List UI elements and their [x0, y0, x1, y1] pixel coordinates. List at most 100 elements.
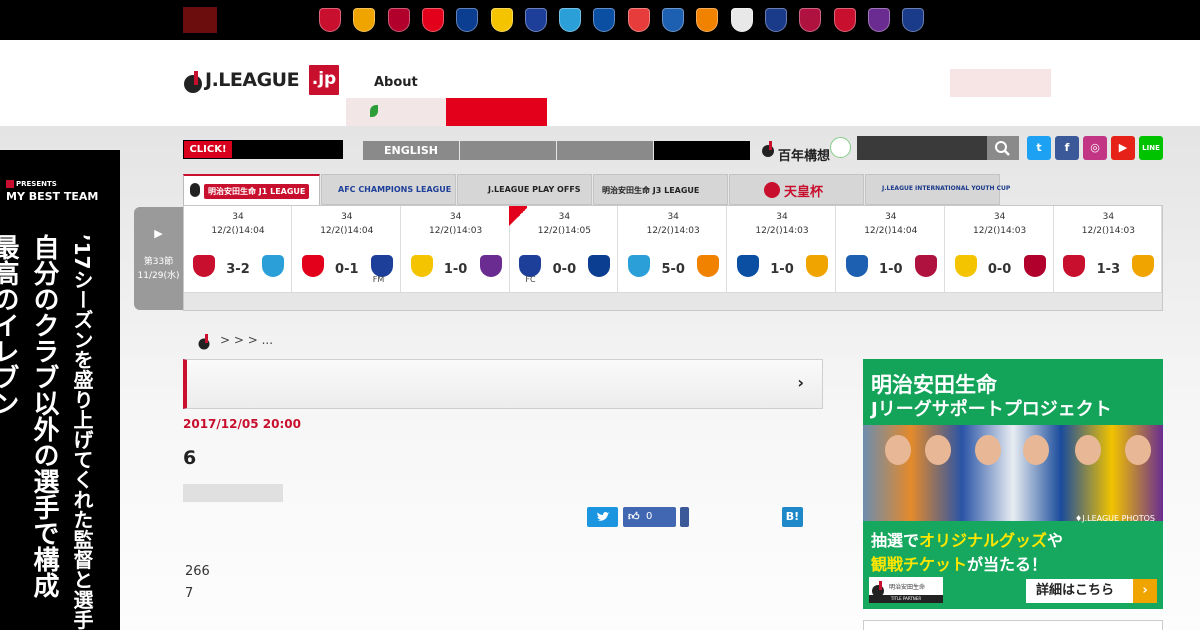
language-button-3[interactable] — [253, 7, 287, 33]
tab-acl[interactable]: AFC CHAMPIONS LEAGUE — [321, 174, 456, 205]
nav-segment-2[interactable] — [557, 141, 653, 160]
tab-youth-cup-label: J.LEAGUE INTERNATIONAL YOUTH CUP — [882, 185, 1011, 192]
chevron-right-icon: › — [797, 373, 804, 392]
match-card[interactable]: 34 12/2()14:03 1-0 — [402, 206, 510, 292]
language-button-2[interactable] — [218, 7, 252, 33]
club-crest-icon[interactable] — [593, 8, 616, 32]
thumbs-up-icon: 👍︎ — [628, 510, 640, 523]
ad-details-button[interactable]: 詳細はこちら › — [1026, 579, 1157, 603]
nav-segment-1[interactable] — [460, 141, 556, 160]
club-crest-icon[interactable] — [627, 8, 650, 32]
ad-line2: Jリーグサポートプロジェクト — [871, 399, 1112, 420]
player-face — [885, 435, 911, 465]
players-photo — [863, 425, 1163, 521]
away-team-crest-icon — [262, 255, 284, 277]
match-card[interactable]: 34 12/2()14:03 0-0 — [946, 206, 1054, 292]
match-section: 34 — [341, 212, 353, 222]
tab-emperors-cup-label: 天皇杯 — [784, 185, 824, 200]
jleague-badge-icon — [6, 180, 14, 188]
youtube-icon[interactable]: ▶ — [1111, 136, 1135, 160]
search-input[interactable] — [857, 136, 987, 160]
language-button-1[interactable] — [183, 7, 217, 33]
login-button[interactable] — [950, 69, 1051, 97]
club-crest-icon[interactable] — [456, 8, 479, 32]
home-team-crest-icon — [845, 255, 868, 277]
club-crest-icon[interactable] — [353, 8, 376, 32]
article-tag[interactable] — [183, 484, 283, 502]
home-team-crest-icon — [737, 255, 759, 277]
click-banner-button[interactable]: CLICK! — [183, 140, 343, 159]
tab-youth-cup[interactable]: J.LEAGUE INTERNATIONAL YOUTH CUP — [865, 174, 1010, 205]
match-card[interactable]: 34 12/2()14:03 1-0 — [728, 206, 836, 292]
club-crest-icon[interactable] — [833, 8, 856, 32]
about-link[interactable]: About — [374, 75, 418, 90]
sub-nav-item[interactable] — [346, 98, 446, 126]
j-mark-icon — [762, 141, 774, 157]
match-card[interactable]: 34 12/2()14:04 0-1 FM — [293, 206, 401, 292]
club-crest-icon[interactable] — [867, 8, 890, 32]
tab-playoffs-label: J.LEAGUE PLAY OFFS — [488, 185, 581, 194]
twitter-share-button[interactable] — [587, 507, 618, 527]
facebook-like-button[interactable]: 👍︎ 0 — [623, 507, 676, 527]
logo-jp-box: .jp — [309, 65, 339, 95]
search-button[interactable] — [987, 136, 1019, 160]
club-crest-icon[interactable] — [902, 8, 925, 32]
match-card[interactable]: 34 12/2()14:04 1-0 — [837, 206, 945, 292]
sponsor-name: 明治安田生命 — [889, 584, 926, 591]
hatena-bookmark-button[interactable]: B! — [782, 507, 803, 527]
club-crest-icon[interactable] — [730, 8, 753, 32]
match-list-footer — [184, 292, 1162, 310]
title-partner-label: TITLE PARTNER — [869, 595, 943, 603]
club-crest-icon[interactable] — [696, 8, 719, 32]
match-score: 0-1 — [335, 262, 359, 277]
twitter-icon[interactable]: t — [1027, 136, 1051, 160]
nav-segment-3[interactable] — [654, 141, 750, 160]
article-category-box[interactable]: › — [183, 359, 823, 409]
article-body-line-1: 266 — [185, 564, 210, 579]
club-crest-icon[interactable] — [319, 8, 341, 32]
match-section: 34 — [885, 212, 897, 222]
j-mark-icon — [184, 71, 202, 93]
live-flag-icon — [509, 206, 527, 228]
tab-j3-league[interactable]: 明治安田生命 J3 LEAGUE — [593, 174, 728, 205]
tab-emperors-cup[interactable]: 天皇杯 — [729, 174, 864, 205]
away-team-crest-icon — [697, 255, 720, 277]
hyakunen-kousou-link[interactable]: 百年構想 — [760, 136, 852, 164]
arrow-right-icon: › — [1133, 579, 1157, 603]
facebook-share-button[interactable] — [680, 507, 689, 527]
jleague-logo[interactable]: J.LEAGUE .jp — [183, 65, 339, 97]
home-j-mark-icon[interactable] — [198, 333, 212, 350]
club-crest-icon[interactable] — [490, 8, 513, 32]
play-arrow-icon: ▶ — [154, 227, 163, 240]
match-card[interactable]: 34 12/2()14:03 5-0 — [619, 206, 728, 292]
club-crest-icon[interactable] — [764, 8, 787, 32]
club-crest-icon[interactable] — [799, 8, 822, 32]
home-team-crest-icon — [954, 255, 977, 277]
facebook-icon[interactable]: f — [1055, 136, 1079, 160]
line-icon[interactable]: LINE — [1139, 136, 1163, 160]
click-text — [232, 141, 342, 158]
previous-section-button[interactable]: ▶ 第33節 11/29(水) — [134, 207, 183, 310]
meiji-yasuda-support-project-ad[interactable]: 明治安田生命 Jリーグサポートプロジェクト ♦J.LEAGUE PHOTOS 抽… — [863, 359, 1163, 609]
tab-playoffs[interactable]: J.LEAGUE PLAY OFFS — [457, 174, 592, 205]
sub-nav-red-button[interactable] — [446, 98, 547, 126]
breadcrumb-text[interactable]: > > > ... — [220, 333, 273, 347]
club-crest-icon[interactable] — [524, 8, 547, 32]
club-crest-icon[interactable] — [421, 8, 444, 32]
club-crest-icon[interactable] — [662, 8, 684, 32]
club-crest-icon[interactable] — [387, 8, 410, 32]
match-section: 34 — [667, 212, 679, 222]
match-datetime: 12/2()14:04 — [211, 226, 265, 236]
banner-title: MY BEST TEAM — [6, 190, 99, 203]
search-icon — [995, 141, 1010, 156]
match-datetime: 12/2()14:03 — [429, 226, 483, 236]
match-card[interactable]: 34 12/2()14:04 3-2 — [184, 206, 292, 292]
match-score: 1-0 — [770, 262, 794, 277]
instagram-icon[interactable]: ◎ — [1083, 136, 1107, 160]
club-crest-icon[interactable] — [559, 8, 582, 32]
my-best-team-banner[interactable]: PRESENTS MY BEST TEAM ’17シーズンを盛り上げてくれた監督… — [0, 150, 120, 630]
match-card[interactable]: 34 12/2()14:03 1-3 — [1054, 206, 1163, 292]
match-section: 34 — [1102, 212, 1115, 222]
english-link[interactable]: ENGLISH — [363, 141, 459, 160]
tab-j1-league[interactable]: 明治安田生命 J1 LEAGUE — [183, 174, 320, 206]
